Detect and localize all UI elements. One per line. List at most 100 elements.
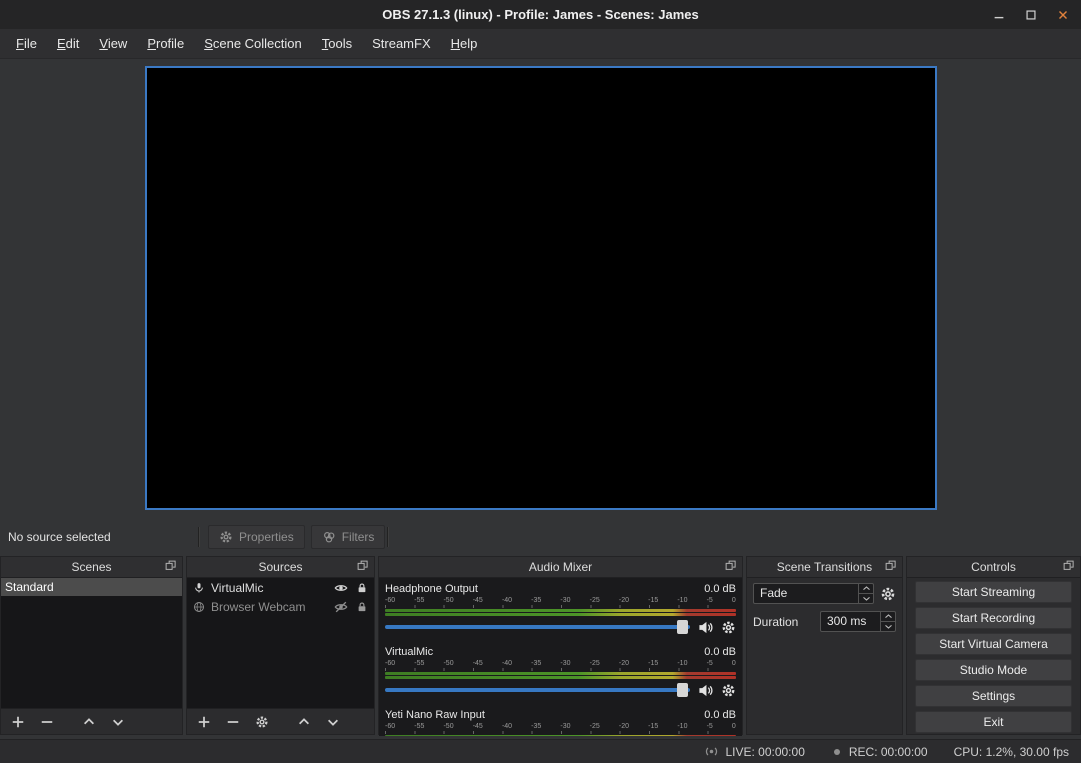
no-source-status: No source selected: [0, 530, 196, 544]
scale-tick-label: -25: [590, 723, 600, 731]
remove-scene-button[interactable]: [40, 715, 54, 729]
scale-tick-label: -50: [443, 660, 453, 668]
meter-ruler: [385, 731, 736, 734]
maximize-button[interactable]: [1023, 7, 1039, 23]
menu-file[interactable]: File: [6, 31, 47, 56]
slider-handle[interactable]: [677, 683, 688, 697]
scale-tick-label: -50: [443, 597, 453, 605]
sources-panel: Sources VirtualMic Browser Webcam: [186, 556, 375, 735]
duration-spinbox[interactable]: 300 ms: [820, 611, 896, 632]
close-button[interactable]: [1055, 7, 1071, 23]
sources-list: VirtualMic Browser Webcam: [187, 578, 374, 708]
scale-tick-label: -30: [560, 660, 570, 668]
performance-stats: CPU: 1.2%, 30.00 fps: [954, 745, 1069, 759]
mixer-gear-icon[interactable]: [721, 620, 736, 635]
audio-mixer-title: Audio Mixer: [529, 560, 592, 574]
menu-tools[interactable]: Tools: [312, 31, 362, 56]
controls-title: Controls: [971, 560, 1016, 574]
spin-up-icon[interactable]: [859, 584, 873, 593]
lock-icon[interactable]: [356, 582, 368, 594]
menu-streamfx[interactable]: StreamFX: [362, 31, 441, 56]
exit-button[interactable]: Exit: [915, 711, 1072, 733]
meter-ruler: [385, 605, 736, 608]
volume-meter: [385, 672, 736, 679]
scale-tick-label: -10: [677, 597, 687, 605]
mixer-gear-icon[interactable]: [721, 683, 736, 698]
title-bar: OBS 27.1.3 (linux) - Profile: James - Sc…: [0, 0, 1081, 29]
scale-tick-label: -40: [502, 723, 512, 731]
scenes-title: Scenes: [71, 560, 111, 574]
start-streaming-button[interactable]: Start Streaming: [915, 581, 1072, 603]
scale-tick-label: -60: [385, 723, 395, 731]
popout-icon[interactable]: [1063, 560, 1075, 572]
start-recording-button[interactable]: Start Recording: [915, 607, 1072, 629]
source-properties-gear-button[interactable]: [255, 715, 269, 729]
scene-move-up-button[interactable]: [82, 715, 96, 729]
source-item-virtualmic[interactable]: VirtualMic: [187, 578, 374, 597]
menu-edit[interactable]: Edit: [47, 31, 89, 56]
menu-scene-collection[interactable]: Scene Collection: [194, 31, 312, 56]
volume-meter: [385, 609, 736, 616]
menu-bar: File Edit View Profile Scene Collection …: [0, 29, 1081, 59]
add-scene-button[interactable]: [11, 715, 25, 729]
controls-panel: Controls Start Streaming Start Recording…: [906, 556, 1081, 735]
spin-up-icon[interactable]: [881, 612, 895, 621]
spin-down-icon[interactable]: [881, 621, 895, 631]
live-time: LIVE: 00:00:00: [725, 745, 804, 759]
mixer-name: Yeti Nano Raw Input: [385, 709, 485, 721]
minimize-button[interactable]: [991, 7, 1007, 23]
preview-canvas[interactable]: [145, 66, 937, 510]
scene-name: Standard: [5, 580, 54, 594]
properties-button[interactable]: Properties: [208, 525, 305, 549]
visibility-eye-icon[interactable]: [334, 581, 348, 595]
scale-tick-label: 0: [732, 597, 736, 605]
scale-tick-label: -15: [648, 597, 658, 605]
mixer-name: VirtualMic: [385, 646, 433, 658]
scale-tick-label: -35: [531, 660, 541, 668]
transition-select[interactable]: Fade: [753, 583, 874, 604]
popout-icon[interactable]: [357, 560, 369, 572]
volume-slider[interactable]: [385, 683, 690, 697]
sources-toolbar: [187, 708, 374, 734]
popout-icon[interactable]: [165, 560, 177, 572]
gear-icon: [219, 530, 233, 544]
scene-item-standard[interactable]: Standard: [1, 578, 182, 596]
scene-transitions-header: Scene Transitions: [747, 557, 902, 578]
scale-tick-label: -30: [560, 597, 570, 605]
filters-button[interactable]: Filters: [311, 525, 386, 549]
remove-source-button[interactable]: [226, 715, 240, 729]
transition-gear-icon[interactable]: [880, 586, 896, 602]
speaker-mute-icon[interactable]: [698, 683, 713, 698]
scale-tick-label: -15: [648, 660, 658, 668]
popout-icon[interactable]: [885, 560, 897, 572]
scale-tick-label: -10: [677, 723, 687, 731]
filters-icon: [322, 530, 336, 544]
lock-icon[interactable]: [356, 601, 368, 613]
scene-move-down-button[interactable]: [111, 715, 125, 729]
source-item-browser-webcam[interactable]: Browser Webcam: [187, 597, 374, 616]
spin-down-icon[interactable]: [859, 593, 873, 603]
studio-mode-button[interactable]: Studio Mode: [915, 659, 1072, 681]
scale-tick-label: -15: [648, 723, 658, 731]
settings-button[interactable]: Settings: [915, 685, 1072, 707]
scale-tick-label: -10: [677, 660, 687, 668]
popout-icon[interactable]: [725, 560, 737, 572]
start-virtual-camera-button[interactable]: Start Virtual Camera: [915, 633, 1072, 655]
volume-slider[interactable]: [385, 620, 690, 634]
scale-tick-label: -45: [473, 660, 483, 668]
visibility-eye-off-icon[interactable]: [334, 600, 348, 614]
scale-tick-label: -40: [502, 597, 512, 605]
rec-status: REC: 00:00:00: [831, 745, 928, 759]
menu-help[interactable]: Help: [441, 31, 488, 56]
menu-profile[interactable]: Profile: [137, 31, 194, 56]
filters-label: Filters: [342, 530, 375, 544]
source-move-down-button[interactable]: [326, 715, 340, 729]
mixer-yeti-nano-raw-input: Yeti Nano Raw Input 0.0 dB -60-55-50-45-…: [385, 707, 736, 736]
slider-handle[interactable]: [677, 620, 688, 634]
add-source-button[interactable]: [197, 715, 211, 729]
scenes-panel: Scenes Standard: [0, 556, 183, 735]
speaker-mute-icon[interactable]: [698, 620, 713, 635]
source-move-up-button[interactable]: [297, 715, 311, 729]
spinbox-arrows: [880, 612, 895, 631]
menu-view[interactable]: View: [89, 31, 137, 56]
